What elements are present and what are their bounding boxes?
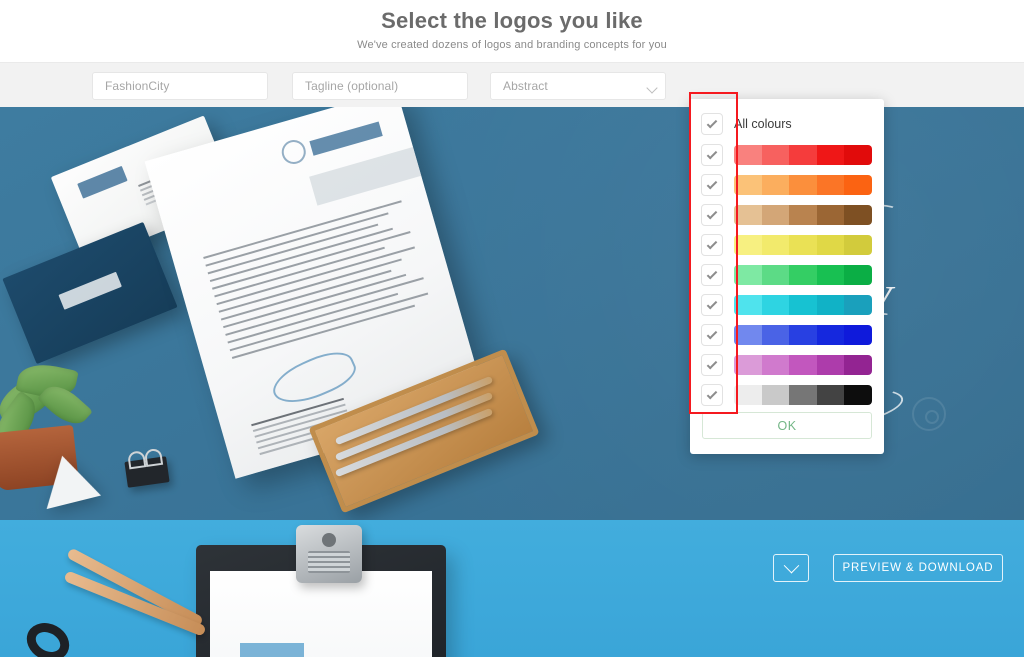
checkbox-green[interactable] bbox=[701, 264, 723, 286]
swatch-stop bbox=[761, 205, 790, 225]
colour-row-grey[interactable] bbox=[690, 380, 884, 410]
colour-row-brown[interactable] bbox=[690, 200, 884, 230]
swatch-purple[interactable] bbox=[734, 355, 872, 375]
colour-filter-panel: All colours OK bbox=[690, 99, 884, 454]
swatch-stop bbox=[816, 355, 845, 375]
swatch-stop bbox=[734, 145, 762, 165]
tagline-input[interactable]: Tagline (optional) bbox=[292, 72, 468, 100]
swatch-grey[interactable] bbox=[734, 385, 872, 405]
chevron-down-icon bbox=[646, 82, 658, 94]
swatch-stop bbox=[816, 325, 845, 345]
checkbox-purple[interactable] bbox=[701, 354, 723, 376]
swatch-stop bbox=[734, 205, 762, 225]
colour-row-yellow[interactable] bbox=[690, 230, 884, 260]
colour-row-orange[interactable] bbox=[690, 170, 884, 200]
business-card-dark bbox=[2, 221, 178, 365]
swatch-stop bbox=[844, 295, 872, 315]
checkbox-grey[interactable] bbox=[701, 384, 723, 406]
swatch-stop bbox=[734, 295, 762, 315]
swatch-stop bbox=[761, 355, 790, 375]
swatch-stop bbox=[789, 295, 817, 315]
swatch-stop bbox=[816, 385, 845, 405]
colour-row-blue[interactable] bbox=[690, 320, 884, 350]
swatch-stop bbox=[844, 175, 872, 195]
swatch-stop bbox=[844, 145, 872, 165]
swatch-stop bbox=[816, 205, 845, 225]
swatch-stop bbox=[844, 355, 872, 375]
swatch-stop bbox=[734, 265, 762, 285]
clipboard-sheet bbox=[210, 571, 432, 657]
swatch-stop bbox=[844, 235, 872, 255]
swatch-stop bbox=[789, 205, 817, 225]
swatch-stop bbox=[734, 355, 762, 375]
swatch-stop bbox=[789, 385, 817, 405]
logo-ring-ornament bbox=[912, 397, 946, 431]
page-header: Select the logos you like We've created … bbox=[0, 0, 1024, 62]
swatch-stop bbox=[761, 145, 790, 165]
colour-row-purple[interactable] bbox=[690, 350, 884, 380]
swatch-green[interactable] bbox=[734, 265, 872, 285]
clipboard-clamp bbox=[296, 525, 362, 583]
swatch-brown[interactable] bbox=[734, 205, 872, 225]
swatch-stop bbox=[789, 325, 817, 345]
swatch-stop bbox=[789, 145, 817, 165]
colour-row-green[interactable] bbox=[690, 260, 884, 290]
swatch-stop bbox=[761, 175, 790, 195]
logo-mockup-clipboard[interactable] bbox=[0, 520, 1024, 657]
checkbox-red[interactable] bbox=[701, 144, 723, 166]
colour-row-cyan[interactable] bbox=[690, 290, 884, 320]
checkbox-brown[interactable] bbox=[701, 204, 723, 226]
chevron-down-icon bbox=[783, 557, 799, 573]
show-more-button[interactable] bbox=[773, 554, 809, 582]
swatch-stop bbox=[844, 205, 872, 225]
colour-row-all[interactable]: All colours bbox=[690, 109, 884, 139]
swatch-stop bbox=[761, 385, 790, 405]
swatch-stop bbox=[844, 325, 872, 345]
swatch-orange[interactable] bbox=[734, 175, 872, 195]
checkbox-blue[interactable] bbox=[701, 324, 723, 346]
swatch-blue[interactable] bbox=[734, 325, 872, 345]
swatch-stop bbox=[844, 265, 872, 285]
checkbox-cyan[interactable] bbox=[701, 294, 723, 316]
swatch-cyan[interactable] bbox=[734, 295, 872, 315]
swatch-stop bbox=[816, 145, 845, 165]
swatch-stop bbox=[734, 175, 762, 195]
preview-download-button[interactable]: PREVIEW & DOWNLOAD bbox=[833, 554, 1003, 582]
page-subtitle: We've created dozens of logos and brandi… bbox=[357, 39, 667, 51]
swatch-stop bbox=[761, 325, 790, 345]
all-colours-label: All colours bbox=[734, 117, 792, 131]
swatch-stop bbox=[789, 175, 817, 195]
style-select-value: Abstract bbox=[503, 79, 548, 93]
ok-button[interactable]: OK bbox=[702, 412, 872, 439]
checkbox-all-colours[interactable] bbox=[701, 113, 723, 135]
style-select[interactable]: Abstract bbox=[490, 72, 666, 100]
scissors-blade bbox=[63, 570, 207, 637]
swatch-stop bbox=[761, 265, 790, 285]
swatch-stop bbox=[816, 265, 845, 285]
swatch-yellow[interactable] bbox=[734, 235, 872, 255]
checkbox-yellow[interactable] bbox=[701, 234, 723, 256]
swatch-stop bbox=[789, 265, 817, 285]
swatch-stop bbox=[816, 295, 845, 315]
swatch-stop bbox=[734, 325, 762, 345]
swatch-stop bbox=[734, 385, 762, 405]
swatch-stop bbox=[761, 295, 790, 315]
swatch-stop bbox=[761, 235, 790, 255]
logo-maker-page: Select the logos you like We've created … bbox=[0, 0, 1024, 657]
checkbox-orange[interactable] bbox=[701, 174, 723, 196]
swatch-stop bbox=[816, 235, 845, 255]
swatch-stop bbox=[844, 385, 872, 405]
swatch-red[interactable] bbox=[734, 145, 872, 165]
page-title: Select the logos you like bbox=[381, 8, 643, 33]
swatch-stop bbox=[789, 235, 817, 255]
scissors-handle bbox=[20, 615, 76, 657]
binder-clip bbox=[124, 456, 170, 488]
colour-row-red[interactable] bbox=[690, 140, 884, 170]
company-name-input[interactable]: FashionCity bbox=[92, 72, 268, 100]
swatch-stop bbox=[816, 175, 845, 195]
swatch-stop bbox=[789, 355, 817, 375]
swatch-stop bbox=[734, 235, 762, 255]
